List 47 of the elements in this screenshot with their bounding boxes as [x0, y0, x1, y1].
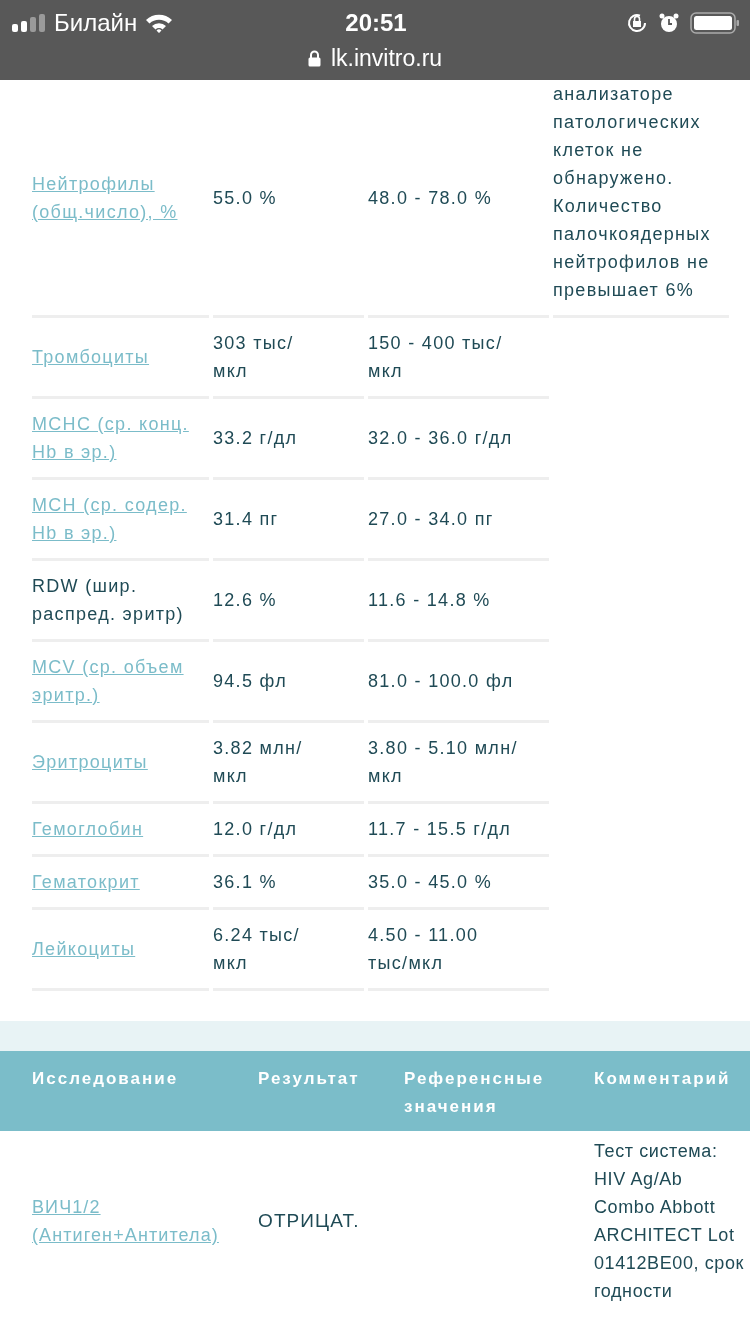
reference-range: 32.0 - 36.0 г/дл [368, 427, 513, 450]
result-value: 36.1 % [213, 871, 277, 894]
test-name-link[interactable]: MCHC (ср. конц. Hb в эр.) [32, 410, 199, 466]
rotation-lock-icon [626, 12, 648, 34]
test-name-link[interactable]: Лейкоциты [32, 935, 136, 963]
result-value: 31.4 пг [213, 508, 279, 531]
result-value: 12.0 г/дл [213, 818, 298, 841]
test-name-link[interactable]: MCV (ср. объем эритр.) [32, 653, 199, 709]
clock-time: 20:51 [345, 9, 407, 37]
reference-range: 11.7 - 15.5 г/дл [368, 818, 512, 841]
column-header: Исследование [32, 1068, 180, 1090]
test-name: RDW (шир. распред. эритр) [32, 575, 185, 626]
reference-range: 11.6 - 14.8 % [368, 589, 491, 612]
result-value: 94.5 фл [213, 670, 288, 693]
column-header: Результат [258, 1068, 361, 1090]
carrier-name: Билайн [54, 9, 138, 37]
column-header: Комментарий [594, 1068, 732, 1090]
reference-range: 48.0 - 78.0 % [368, 186, 492, 210]
signal-icon [12, 14, 46, 32]
test-name-link[interactable]: Эритроциты [32, 748, 148, 776]
lock-icon [307, 49, 321, 67]
battery-icon [690, 12, 740, 34]
alarm-icon [658, 12, 680, 34]
test-name-link[interactable]: Нейтрофилы (общ.число), % [32, 169, 199, 226]
result-value: 55.0 % [213, 186, 277, 210]
reference-range: 27.0 - 34.0 пг [368, 508, 494, 531]
result-value: 12.6 % [213, 589, 277, 612]
column-header: Референсные значения [404, 1068, 546, 1118]
wifi-icon [145, 13, 174, 33]
reference-range: 150 - 400 тыс/ мкл [368, 332, 504, 383]
result-value: 303 тыс/ мкл [213, 332, 295, 383]
result-value: 3.82 млн/ мкл [213, 737, 304, 788]
result-value: 6.24 тыс/ мкл [213, 924, 301, 975]
test-name-link[interactable]: MCH (ср. содер. Hb в эр.) [32, 491, 199, 547]
result-value: 33.2 г/дл [213, 427, 298, 450]
address-url: lk.invitro.ru [330, 44, 443, 72]
reference-range: 3.80 - 5.10 млн/мкл [368, 737, 519, 788]
test-name-link[interactable]: Гемоглобин [32, 815, 144, 843]
comment-text: анализаторе патологических клеток не обнаружено. Количество палочкоядерных нейтрофилов не превышает 6% [553, 83, 712, 302]
test-name-link[interactable]: Тромбоциты [32, 343, 150, 371]
result-value: ОТРИЦАТ. [258, 1209, 360, 1233]
reference-range: 81.0 - 100.0 фл [368, 670, 514, 693]
test-name-link[interactable]: Гематокрит [32, 868, 140, 896]
reference-range: 35.0 - 45.0 % [368, 871, 492, 894]
reference-range: 4.50 - 11.00 тыс/мкл [368, 924, 480, 975]
test-name-link[interactable]: ВИЧ1/2 (Антиген+Антитела) [32, 1193, 248, 1249]
comment-text: Тест система: HIV Ag/Ab Combo Abbott ARCHITECT Lot 01412BE00, срок годности [594, 1140, 745, 1303]
